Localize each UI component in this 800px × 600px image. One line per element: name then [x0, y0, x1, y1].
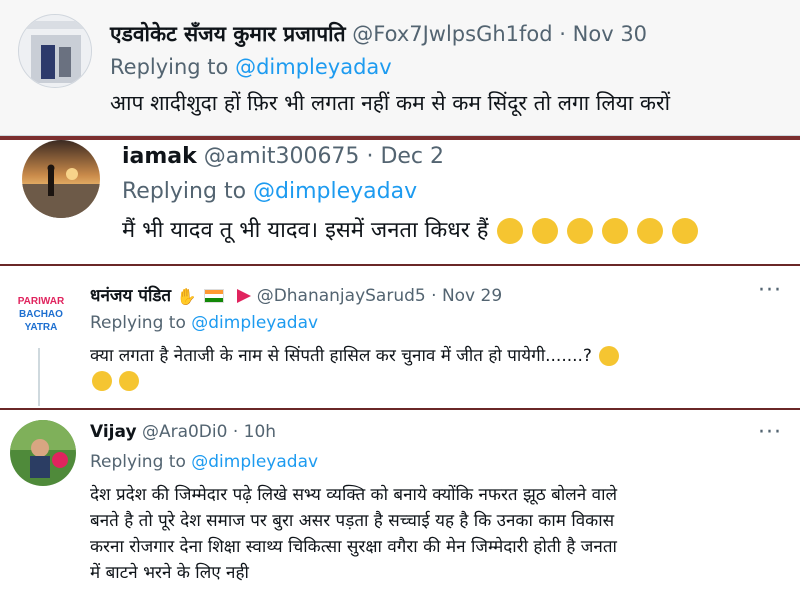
replying-line: Replying to @dimpleyadav	[90, 452, 318, 472]
tweet-text-line: में बाटने भरने के लिए नही	[90, 563, 249, 583]
replying-line: Replying to @dimpleyadav	[110, 55, 392, 79]
tweet-text-line: बनते है तो पूरे देश समाज पर बुरा असर पड़…	[90, 511, 615, 531]
tweet-date[interactable]: Nov 30	[573, 22, 647, 46]
tweet-card[interactable]: PARIWAR BACHAO YATRA धनंजय पंडित ✋ @Dhan…	[0, 268, 800, 410]
laugh-cry-icon	[497, 218, 524, 244]
replying-label: Replying to	[110, 55, 229, 79]
thinking-face-icon	[92, 371, 112, 391]
tweet-card[interactable]: Vijay @Ara0Di0 · 10h ··· Replying to @di…	[0, 412, 800, 600]
laugh-cry-icon	[637, 218, 664, 244]
tweet-date[interactable]: Nov 29	[442, 286, 502, 306]
replying-to-link[interactable]: @dimpleyadav	[253, 179, 417, 204]
dot-separator: ·	[431, 286, 437, 306]
tweet-body: मैं भी यादव तू भी यादव। इसमें जनता किधर …	[122, 214, 699, 244]
replying-label: Replying to	[122, 179, 247, 204]
laugh-cry-icon	[532, 218, 559, 244]
tweet-header: Vijay @Ara0Di0 · 10h	[90, 422, 276, 442]
more-options-icon[interactable]: ···	[758, 420, 782, 445]
india-flag-icon	[203, 289, 224, 303]
tweet-text-line: करना रोजगार देना शिक्षा स्वाथ्य चिकित्सा…	[90, 537, 617, 557]
tweet-text: देश प्रदेश की जिम्मेदार पढ़े लिखे सभ्य व…	[90, 482, 780, 586]
tweet-header: धनंजय पंडित ✋ @DhananjaySarud5 · Nov 29	[90, 283, 502, 306]
emoji-row	[90, 371, 140, 391]
dot-separator: ·	[366, 144, 374, 169]
replying-line: Replying to @dimpleyadav	[122, 179, 417, 204]
author-handle[interactable]: @DhananjaySarud5	[257, 286, 426, 306]
avatar[interactable]	[10, 420, 76, 486]
tweet-text: आप शादीशुदा हों फ़िर भी लगता नहीं कम से …	[110, 91, 671, 115]
tweet-date[interactable]: 10h	[244, 422, 276, 442]
avatar-text-1: PARIWAR	[18, 296, 65, 307]
tweet-text: क्या लगता है नेताजी के नाम से सिंपती हास…	[90, 346, 592, 366]
author-name[interactable]: Vijay	[90, 422, 137, 442]
tweet-header: एडवोकेट सँजय कुमार प्रजापति @Fox7JwlpsGh…	[110, 20, 647, 48]
laugh-cry-icon	[567, 218, 594, 244]
tweet-body: क्या लगता है नेताजी के नाम से सिंपती हास…	[90, 343, 620, 366]
replying-to-link[interactable]: @dimpleyadav	[191, 313, 318, 333]
author-handle[interactable]: @Fox7JwlpsGh1fod	[352, 22, 552, 46]
tweet-header: iamak @amit300675 · Dec 2	[122, 144, 444, 169]
dot-separator: ·	[559, 22, 566, 46]
thinking-face-icon	[599, 346, 620, 366]
tweet-card[interactable]: iamak @amit300675 · Dec 2 Replying to @d…	[0, 140, 800, 266]
laugh-cry-icon	[672, 218, 699, 244]
laugh-cry-icon	[602, 218, 629, 244]
replying-label: Replying to	[90, 313, 186, 333]
replying-to-link[interactable]: @dimpleyadav	[235, 55, 392, 79]
avatar-text-3: YATRA	[25, 322, 58, 333]
dot-separator: ·	[232, 422, 239, 442]
author-name[interactable]: एडवोकेट सँजय कुमार प्रजापति	[110, 22, 346, 46]
author-name[interactable]: iamak	[122, 144, 197, 169]
thread-line	[38, 348, 40, 406]
avatar-text-2: BACHAO	[19, 309, 63, 320]
tweet-text-line: देश प्रदेश की जिम्मेदार पढ़े लिखे सभ्य व…	[90, 485, 618, 505]
tweet-date[interactable]: Dec 2	[380, 144, 444, 169]
replying-to-link[interactable]: @dimpleyadav	[191, 452, 318, 472]
avatar[interactable]: PARIWAR BACHAO YATRA	[12, 284, 70, 342]
author-handle[interactable]: @Ara0Di0	[142, 422, 227, 442]
more-options-icon[interactable]: ···	[758, 278, 782, 303]
author-name[interactable]: धनंजय पंडित	[90, 286, 171, 306]
pennant-flag-icon	[237, 289, 252, 303]
replying-line: Replying to @dimpleyadav	[90, 313, 318, 333]
thinking-face-icon	[119, 371, 140, 391]
replying-label: Replying to	[90, 452, 186, 472]
tweet-text: मैं भी यादव तू भी यादव। इसमें जनता किधर …	[122, 218, 489, 243]
author-handle[interactable]: @amit300675	[204, 144, 360, 169]
avatar[interactable]	[18, 14, 92, 88]
avatar[interactable]	[22, 140, 100, 218]
tweet-card[interactable]: एडवोकेट सँजय कुमार प्रजापति @Fox7JwlpsGh…	[0, 0, 800, 136]
folded-hands-icon: ✋	[176, 286, 197, 306]
